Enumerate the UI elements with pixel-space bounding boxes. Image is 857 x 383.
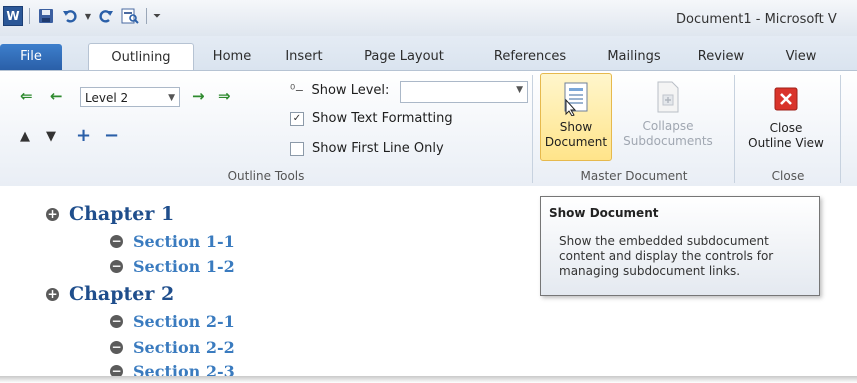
show-document-tooltip: Show Document Show the embedded subdocum… bbox=[540, 196, 820, 296]
tooltip-title: Show Document bbox=[549, 206, 659, 220]
collapse-symbol-icon[interactable]: − bbox=[110, 260, 123, 273]
show-first-line-only-checkbox[interactable]: Show First Line Only bbox=[290, 141, 444, 156]
tab-view[interactable]: View bbox=[774, 45, 828, 69]
close-group: Close Outline View Close bbox=[738, 71, 838, 185]
toolbar-separator bbox=[29, 8, 30, 24]
group-separator bbox=[532, 75, 533, 183]
outline-tools-label: Outline Tools bbox=[227, 169, 305, 183]
tab-file[interactable]: File bbox=[0, 44, 62, 70]
collapse-symbol-icon[interactable]: − bbox=[110, 315, 123, 328]
word-app-icon[interactable]: W bbox=[2, 5, 24, 27]
show-text-formatting-checkbox[interactable]: ✓ Show Text Formatting bbox=[290, 111, 453, 126]
close-icon bbox=[774, 87, 798, 111]
save-icon[interactable] bbox=[35, 5, 57, 27]
print-preview-icon[interactable] bbox=[119, 5, 141, 27]
chevron-down-icon: ▼ bbox=[516, 85, 523, 95]
expand-symbol-icon[interactable]: + bbox=[46, 207, 59, 221]
show-level-icon: ⁰‒ bbox=[290, 83, 304, 98]
tab-page-layout[interactable]: Page Layout bbox=[354, 45, 454, 69]
outline-chapter[interactable]: + Chapter 1 bbox=[46, 203, 174, 225]
demote-to-body-text-icon[interactable]: ⇒ bbox=[218, 87, 231, 105]
tab-home[interactable]: Home bbox=[206, 45, 258, 69]
show-level-row: ⁰‒ Show Level: bbox=[290, 83, 390, 98]
outline-tools-group: ⇐ ← Level 2 ▼ → ⇒ ▲ ▼ + − ⁰‒ Show Level:… bbox=[0, 71, 532, 185]
tab-mailings[interactable]: Mailings bbox=[594, 45, 674, 69]
ribbon: ⇐ ← Level 2 ▼ → ⇒ ▲ ▼ + − ⁰‒ Show Level:… bbox=[0, 70, 857, 187]
quick-access-toolbar: W ▼ ⏷ bbox=[2, 5, 162, 27]
tab-review[interactable]: Review bbox=[688, 45, 754, 69]
show-document-icon bbox=[561, 82, 591, 117]
close-outline-view-button[interactable]: Close Outline View bbox=[738, 73, 834, 161]
tab-outlining[interactable]: Outlining bbox=[88, 43, 194, 72]
outline-section[interactable]: − Section 2-1 bbox=[110, 312, 235, 331]
collapse-symbol-icon[interactable]: − bbox=[110, 341, 123, 354]
collapse-icon[interactable]: − bbox=[104, 125, 119, 146]
chevron-down-icon: ▼ bbox=[168, 93, 175, 103]
move-up-icon[interactable]: ▲ bbox=[20, 129, 30, 144]
outline-chapter[interactable]: + Chapter 2 bbox=[46, 283, 174, 305]
outline-section[interactable]: − Section 1-2 bbox=[110, 257, 235, 276]
outline-section[interactable]: − Section 2-2 bbox=[110, 338, 235, 357]
tab-insert[interactable]: Insert bbox=[278, 45, 330, 69]
demote-icon[interactable]: → bbox=[192, 87, 205, 105]
collapse-subdocuments-button[interactable]: Collapse Subdocuments bbox=[616, 73, 720, 161]
collapse-symbol-icon[interactable]: − bbox=[110, 235, 123, 248]
group-separator bbox=[734, 75, 735, 183]
checkbox-checked-icon: ✓ bbox=[290, 111, 304, 126]
expand-symbol-icon[interactable]: + bbox=[46, 287, 59, 301]
redo-icon[interactable] bbox=[95, 5, 117, 27]
promote-icon[interactable]: ← bbox=[50, 87, 63, 105]
bottom-edge bbox=[0, 376, 857, 383]
tab-references[interactable]: References bbox=[480, 45, 580, 69]
checkbox-unchecked-icon bbox=[290, 141, 304, 156]
collapse-subdocuments-icon bbox=[655, 81, 681, 115]
ribbon-tabs: File Outlining Home Insert Page Layout R… bbox=[0, 36, 857, 72]
master-document-group: Show Document Collapse Subdocuments Mast… bbox=[536, 71, 732, 185]
master-document-label: Master Document bbox=[580, 169, 688, 183]
promote-to-heading1-icon[interactable]: ⇐ bbox=[20, 87, 33, 105]
undo-dropdown-icon[interactable]: ▼ bbox=[83, 5, 93, 27]
group-separator bbox=[840, 75, 841, 183]
expand-icon[interactable]: + bbox=[76, 125, 91, 146]
window-title: Document1 - Microsoft V bbox=[676, 12, 837, 27]
close-label: Close bbox=[771, 169, 805, 183]
undo-icon[interactable] bbox=[59, 5, 81, 27]
customize-toolbar-icon[interactable]: ⏷ bbox=[152, 5, 162, 27]
outline-section[interactable]: − Section 1-1 bbox=[110, 232, 235, 251]
outline-level-select[interactable]: Level 2 ▼ bbox=[80, 87, 180, 107]
tooltip-body: Show the embedded subdocument content an… bbox=[559, 234, 774, 278]
show-document-button[interactable]: Show Document bbox=[540, 73, 612, 161]
title-bar: W ▼ ⏷ Document1 - Microsoft V bbox=[0, 0, 857, 37]
move-down-icon[interactable]: ▼ bbox=[46, 129, 56, 144]
toolbar-separator bbox=[146, 8, 147, 24]
show-level-select[interactable]: ▼ bbox=[400, 81, 528, 103]
